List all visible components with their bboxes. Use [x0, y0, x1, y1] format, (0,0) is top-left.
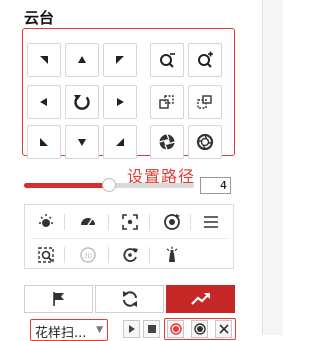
focus-frame-icon: [122, 214, 138, 230]
function-divider: [64, 214, 65, 230]
function-divider: [149, 247, 150, 263]
stop-record-button[interactable]: [191, 320, 208, 338]
close-icon: [218, 324, 229, 334]
tab-preset[interactable]: [24, 285, 93, 313]
ptz-function-panel: 3D: [24, 204, 234, 269]
lens-initialize-icon: [164, 214, 180, 230]
wiper-button[interactable]: [77, 211, 99, 233]
focus-near-button[interactable]: [150, 85, 184, 119]
arrow-up-icon: [78, 56, 86, 63]
pattern-path-value: 花样扫...: [35, 326, 87, 341]
iris-close-icon: [196, 133, 214, 151]
3d-positioning-button: 3D: [77, 244, 99, 266]
delete-pattern-button[interactable]: [215, 320, 232, 338]
light-bulb-icon: [39, 214, 53, 227]
zoom-out-icon: [160, 53, 175, 68]
pan-down-button[interactable]: [65, 125, 99, 159]
auto-pan-button[interactable]: [65, 85, 99, 119]
one-touch-park-button[interactable]: [161, 244, 183, 266]
refresh-track-icon: [123, 248, 138, 262]
trend-arrow-icon: [190, 293, 210, 305]
play-icon: [128, 325, 135, 333]
zoom-in-button[interactable]: [188, 43, 222, 77]
iris-open-icon: [159, 134, 175, 150]
pan-down-left-button[interactable]: [27, 125, 61, 159]
zoom-in-icon: [198, 51, 213, 68]
tab-patrol[interactable]: [95, 285, 164, 313]
speed-value-input[interactable]: [200, 177, 231, 194]
arrow-left-icon: [40, 98, 47, 106]
lens-init-button[interactable]: [161, 211, 183, 233]
focus-near-icon: [159, 95, 174, 109]
ptz-tabs: [24, 285, 235, 313]
stop-icon: [147, 325, 156, 333]
speed-slider-fill: [24, 183, 109, 188]
function-divider: [64, 247, 65, 263]
chevron-down-icon: ▼: [96, 325, 103, 335]
tab-pattern[interactable]: [166, 285, 235, 313]
zoom-out-button[interactable]: [150, 43, 184, 77]
auto-rotate-icon: [74, 95, 90, 110]
arrow-down-left-icon: [40, 138, 48, 146]
focus-far-button[interactable]: [188, 85, 222, 119]
record-controls-group: [164, 318, 236, 340]
arrow-down-right-icon: [116, 138, 124, 146]
record-start-icon: [169, 323, 182, 335]
record-stop-icon: [193, 323, 206, 335]
iris-close-button[interactable]: [188, 125, 222, 159]
right-panel-edge: [262, 0, 283, 335]
pattern-path-select[interactable]: 花样扫... ▼: [30, 319, 108, 341]
function-row-divider: [31, 238, 227, 239]
ptz-title: 云台: [24, 9, 55, 27]
3d-zoom-area-button[interactable]: [35, 244, 57, 266]
beacon-icon: [166, 246, 178, 262]
pan-up-button[interactable]: [65, 43, 99, 77]
pan-up-left-button[interactable]: [27, 43, 61, 77]
pattern-controls-row: 花样扫... ▼: [0, 316, 262, 341]
refresh-cycle-icon: [122, 291, 137, 307]
focus-far-icon: [197, 95, 212, 109]
flag-icon: [52, 292, 64, 306]
speed-slider[interactable]: [24, 178, 194, 192]
function-divider: [108, 247, 109, 263]
menu-icon: [204, 216, 218, 228]
function-divider: [190, 214, 191, 230]
pan-left-button[interactable]: [27, 85, 61, 119]
area-zoom-icon: [38, 247, 54, 263]
arrow-right-icon: [117, 98, 124, 106]
light-button[interactable]: [35, 211, 57, 233]
function-divider: [149, 214, 150, 230]
arrow-up-right-icon: [116, 56, 124, 64]
pan-down-right-button[interactable]: [103, 125, 137, 159]
svg-text:3D: 3D: [84, 253, 93, 260]
function-divider: [108, 214, 109, 230]
3d-positioning-icon: 3D: [80, 247, 96, 263]
iris-open-button[interactable]: [150, 125, 184, 159]
speed-slider-handle[interactable]: [102, 178, 116, 192]
stop-pattern-button[interactable]: [143, 320, 160, 338]
start-record-button[interactable]: [167, 320, 184, 338]
arrow-down-icon: [78, 139, 86, 146]
ptz-control-box: [22, 28, 235, 159]
wiper-icon: [81, 218, 95, 226]
pan-up-right-button[interactable]: [103, 43, 137, 77]
more-menu-button[interactable]: [200, 211, 222, 233]
start-pattern-button[interactable]: [123, 320, 140, 338]
manual-tracking-button[interactable]: [119, 244, 141, 266]
arrow-up-left-icon: [40, 56, 48, 64]
auxiliary-focus-button[interactable]: [119, 211, 141, 233]
pan-right-button[interactable]: [103, 85, 137, 119]
